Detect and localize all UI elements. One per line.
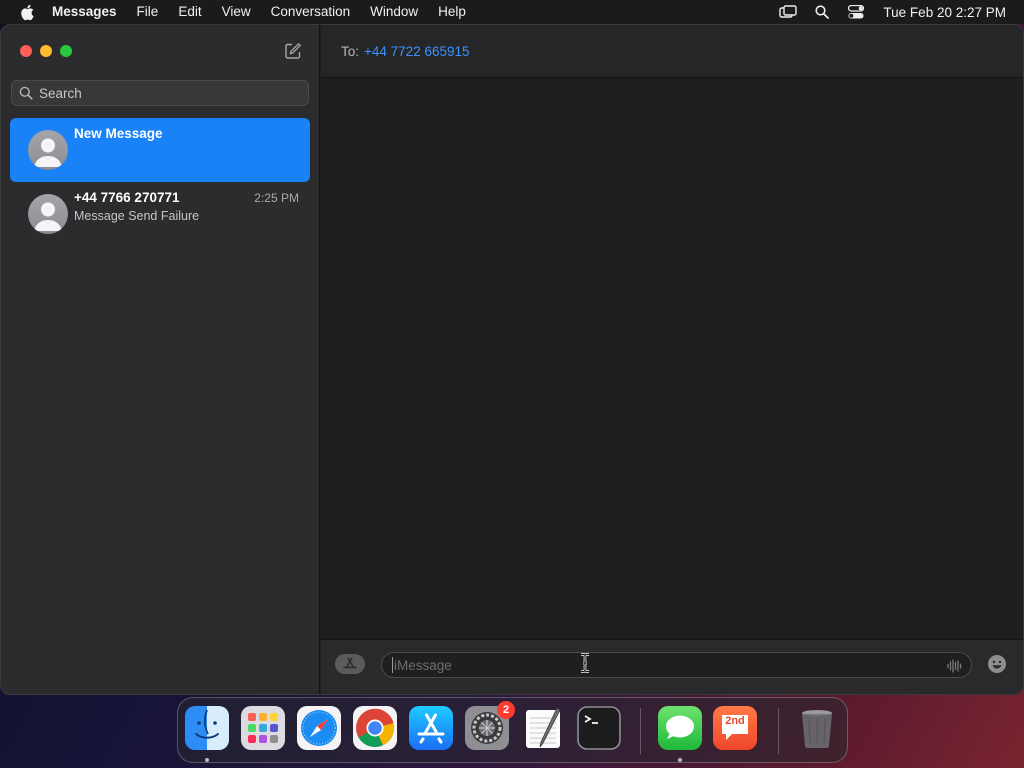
message-field[interactable] (381, 652, 972, 678)
compose-bar (321, 639, 1023, 694)
2nd-line-label: 2nd (725, 715, 745, 727)
recipient-bar[interactable]: To: +44 7722 665915 (321, 25, 1023, 78)
system-settings-icon[interactable]: 2 (465, 701, 515, 750)
search-icon (19, 86, 33, 100)
screen-mirroring-icon[interactable] (777, 0, 799, 24)
menu-help[interactable]: Help (428, 0, 476, 24)
trash-icon[interactable] (795, 706, 839, 750)
dock-separator (640, 708, 641, 754)
conversation-pane: To: +44 7722 665915 (321, 25, 1023, 694)
menu-app-name[interactable]: Messages (52, 0, 127, 24)
conversation-name: +44 7766 270771 (74, 190, 180, 205)
safari-icon[interactable] (297, 706, 341, 750)
dock: 2 2nd (177, 697, 848, 763)
menu-file[interactable]: File (127, 0, 169, 24)
terminal-icon[interactable] (577, 706, 621, 750)
menu-window[interactable]: Window (360, 0, 428, 24)
text-cursor-icon (579, 653, 591, 673)
2nd-line-icon[interactable]: 2nd (713, 706, 757, 750)
avatar (28, 130, 68, 170)
conversation-item[interactable]: +44 7766 270771 Message Send Failure 2:2… (10, 182, 310, 246)
messages-window: New Message +44 7766 270771 Message Send… (0, 24, 1024, 695)
message-input[interactable] (392, 657, 932, 673)
menu-conversation[interactable]: Conversation (261, 0, 361, 24)
emoji-icon[interactable] (987, 654, 1007, 674)
control-center-icon[interactable] (845, 0, 867, 24)
search-input[interactable] (39, 85, 289, 101)
recipient-token[interactable]: +44 7722 665915 (364, 44, 469, 59)
search-field[interactable] (11, 80, 309, 106)
avatar (28, 194, 68, 234)
settings-notification-badge: 2 (497, 701, 515, 719)
launchpad-icon[interactable] (241, 706, 285, 750)
conversation-time: 2:25 PM (254, 191, 299, 205)
minimize-window-button[interactable] (40, 45, 52, 57)
conversation-name: New Message (74, 126, 163, 141)
conversation-preview: Message Send Failure (74, 209, 200, 223)
app-store-icon[interactable] (409, 706, 453, 750)
finder-running-indicator (205, 758, 209, 762)
close-window-button[interactable] (20, 45, 32, 57)
to-label: To: (341, 43, 360, 59)
finder-icon[interactable] (185, 706, 229, 750)
window-controls (20, 45, 72, 57)
zoom-window-button[interactable] (60, 45, 72, 57)
textedit-icon[interactable] (521, 706, 565, 750)
conversation-item-new-message[interactable]: New Message (10, 118, 310, 182)
menu-edit[interactable]: Edit (168, 0, 211, 24)
menu-clock[interactable]: Tue Feb 20 2:27 PM (873, 5, 1024, 20)
compose-icon[interactable] (284, 42, 302, 60)
menu-view[interactable]: View (212, 0, 261, 24)
chrome-icon[interactable] (353, 706, 397, 750)
app-store-apps-button[interactable] (335, 654, 365, 674)
messages-running-indicator (678, 758, 682, 762)
apple-menu-icon[interactable] (18, 3, 36, 21)
messages-icon[interactable] (658, 706, 702, 750)
sidebar: New Message +44 7766 270771 Message Send… (1, 25, 320, 694)
dock-separator (778, 708, 779, 754)
spotlight-search-icon[interactable] (811, 0, 833, 24)
audio-waveform-icon[interactable] (946, 658, 962, 674)
menu-bar: Messages File Edit View Conversation Win… (0, 0, 1024, 24)
